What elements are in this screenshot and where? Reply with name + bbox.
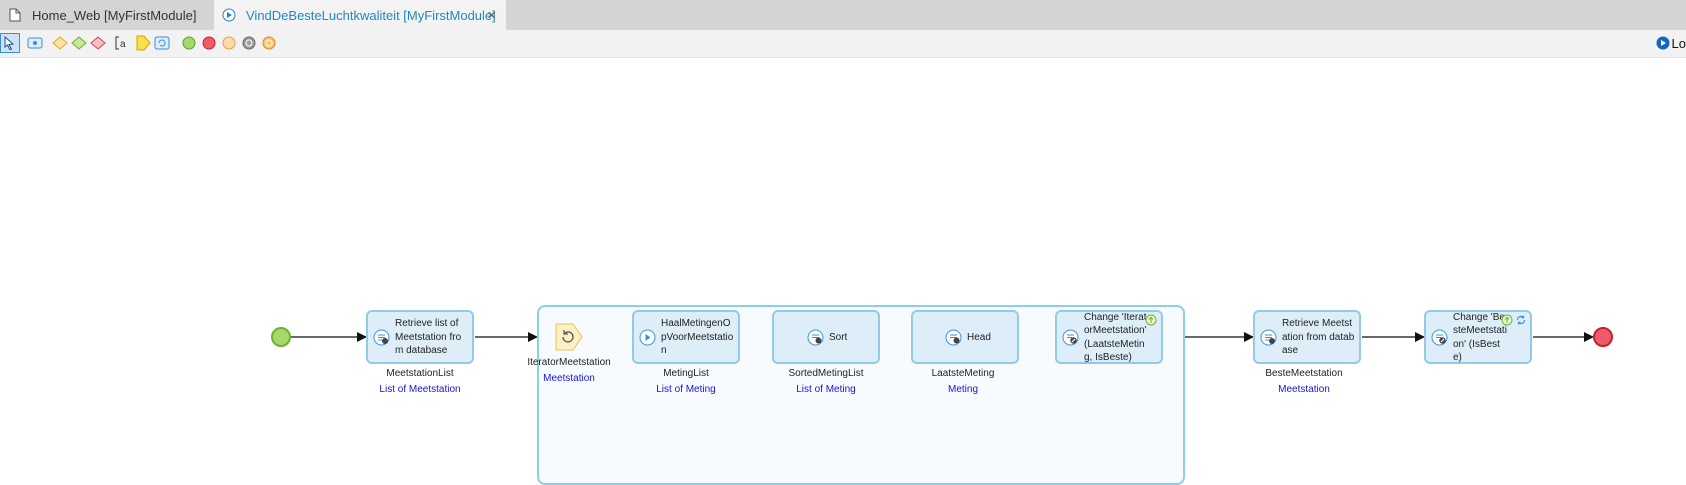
output-variable-name: LaatsteMeting <box>931 368 995 379</box>
change-object-icon <box>1431 329 1448 346</box>
list-operation-icon <box>807 329 824 346</box>
output-variable-type[interactable]: List of Meting <box>746 384 906 395</box>
activity-change-beste-meetstation[interactable]: Change 'BesteMeetstation' (IsBeste) <box>1424 310 1532 364</box>
output-variable-type[interactable]: Meetstation <box>1224 384 1384 395</box>
activity-retrieve-meetstation-list[interactable]: Retrieve list of Meetstation from databa… <box>366 310 474 364</box>
retrieve-icon <box>1260 329 1277 346</box>
end-event[interactable] <box>1593 327 1613 347</box>
activity-caption: Change 'IteratorMeetstation' (LaatsteMet… <box>1084 311 1147 364</box>
microflow-call-icon <box>639 329 656 346</box>
activity-caption: Head <box>967 331 991 343</box>
activity-caption: Retrieve list of Meetstation from databa… <box>395 318 462 357</box>
output-variable-type[interactable]: Meting <box>883 384 1043 395</box>
loop-iterator-name: IteratorMeetstation <box>527 357 611 368</box>
activity-caption: Sort <box>829 331 848 343</box>
activity-retrieve-meetstation[interactable]: Retrieve Meetstation from database <box>1253 310 1361 364</box>
output-variable-name: SortedMetingList <box>788 368 864 379</box>
output-variable-type[interactable]: List of Meting <box>606 384 766 395</box>
activity-change-iterator-meetstation[interactable]: Change 'IteratorMeetstation' (LaatsteMet… <box>1055 310 1163 364</box>
output-variable-name: MetingList <box>663 368 709 379</box>
microflow-canvas[interactable]: IteratorMeetstation Meetstation Retrieve… <box>0 58 1686 485</box>
activity-caption: HaalMetingenOpVoorMeetstation <box>661 318 734 357</box>
activity-caption: Change 'BesteMeetstation' (IsBeste) <box>1453 311 1507 364</box>
loop-iterator-icon <box>554 322 584 357</box>
output-variable-type[interactable]: List of Meetstation <box>340 384 500 395</box>
retrieve-icon <box>373 329 390 346</box>
activity-caption: Retrieve Meetstation from database <box>1282 318 1355 357</box>
output-variable-name: MeetstationList <box>386 368 454 379</box>
activity-call-haal-metingen[interactable]: HaalMetingenOpVoorMeetstation <box>632 310 740 364</box>
commit-icon <box>1145 313 1157 326</box>
refresh-client-icon <box>1515 313 1527 325</box>
output-variable-name: BesteMeetstation <box>1265 368 1343 379</box>
list-operation-icon <box>945 329 962 346</box>
change-object-icon <box>1062 329 1079 346</box>
activity-head[interactable]: Head <box>911 310 1019 364</box>
commit-icon <box>1501 313 1513 326</box>
activity-sort[interactable]: Sort <box>772 310 880 364</box>
start-event[interactable] <box>271 327 291 347</box>
